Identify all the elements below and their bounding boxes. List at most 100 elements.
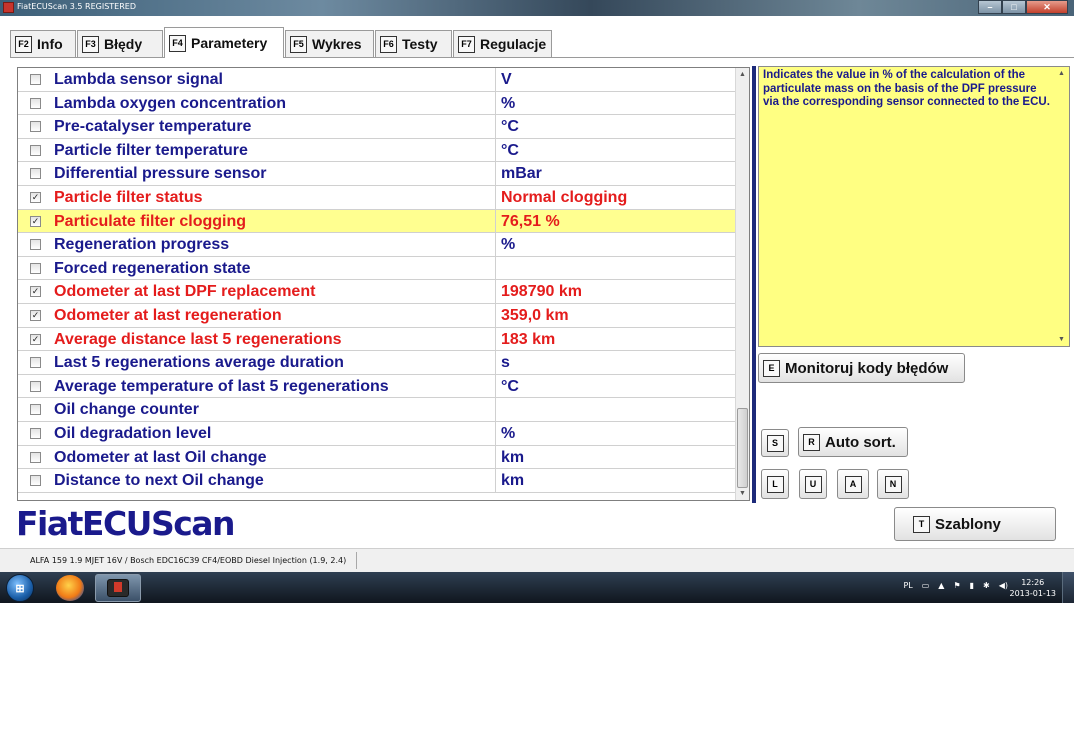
tab-key: F2 — [15, 35, 32, 53]
parameter-checkbox[interactable]: ✓ — [30, 333, 41, 345]
tab-label: Błędy — [104, 36, 143, 52]
parameter-row[interactable]: Particle filter temperature °C — [18, 138, 736, 163]
parameter-list[interactable]: Lambda sensor signal V Lambda oxygen con… — [17, 67, 750, 501]
parameter-row[interactable]: ✓ Odometer at last DPF replacement 19879… — [18, 280, 736, 304]
tab-parametery[interactable]: F4 Parametery — [164, 27, 284, 58]
scroll-thumb[interactable] — [737, 408, 748, 488]
parameter-name: Differential pressure sensor — [54, 165, 267, 183]
window-title: FiatECUScan 3.5 REGISTERED — [17, 2, 136, 11]
column-separator — [495, 469, 496, 492]
tray-expand-icon[interactable]: ▲ — [938, 581, 944, 590]
parameter-checkbox[interactable] — [30, 380, 41, 392]
parameter-name: Odometer at last DPF replacement — [54, 283, 316, 301]
parameter-checkbox[interactable] — [30, 451, 41, 463]
parameter-name: Forced regeneration state — [54, 259, 251, 277]
parameter-row[interactable]: Distance to next Oil change km — [18, 469, 736, 493]
parameter-row[interactable]: Last 5 regenerations average duration s — [18, 351, 736, 375]
parameter-checkbox[interactable] — [30, 475, 41, 487]
show-desktop-button[interactable] — [1062, 572, 1074, 603]
parameter-checkbox[interactable] — [30, 97, 41, 109]
n-button[interactable]: N — [877, 469, 909, 499]
description-scrollbar[interactable]: ▲ ▼ — [1055, 67, 1069, 346]
parameter-value: % — [501, 94, 516, 112]
tab-wykres[interactable]: F5 Wykres — [285, 30, 374, 57]
list-scrollbar[interactable]: ▲ ▼ — [735, 68, 749, 500]
parameter-row[interactable]: ✓ Average distance last 5 regenerations … — [18, 327, 736, 352]
parameter-value: °C — [501, 377, 519, 395]
network-icon[interactable]: ✱ — [983, 581, 990, 590]
tab-label: Regulacje — [480, 36, 547, 52]
parameter-checkbox[interactable] — [30, 357, 41, 369]
parameter-row[interactable]: Pre-catalyser temperature °C — [18, 115, 736, 139]
parameter-name: Average distance last 5 regenerations — [54, 330, 342, 348]
close-button[interactable]: ✕ — [1026, 0, 1068, 14]
parameter-row[interactable]: Differential pressure sensor mBar — [18, 162, 736, 186]
parameter-row[interactable]: Forced regeneration state — [18, 256, 736, 281]
battery-icon[interactable]: ▮ — [970, 581, 974, 590]
templates-button[interactable]: T Szablony — [894, 507, 1056, 541]
parameter-row[interactable]: ✓ Odometer at last regeneration 359,0 km — [18, 304, 736, 328]
start-orb-icon[interactable]: ⊞ — [6, 574, 34, 602]
monitor-error-codes-button[interactable]: E Monitoruj kody błędów — [758, 353, 965, 383]
parameter-value: 183 km — [501, 330, 556, 348]
fiatecuscan-taskbar-button[interactable] — [95, 574, 141, 602]
parameter-row[interactable]: Lambda oxygen concentration % — [18, 91, 736, 116]
parameter-checkbox[interactable] — [30, 428, 41, 439]
clock[interactable]: 12:26 2013-01-13 — [1010, 577, 1057, 599]
parameter-checkbox[interactable] — [30, 74, 41, 85]
keyboard-icon[interactable]: ▭ — [922, 581, 930, 590]
scroll-up-arrow-icon[interactable]: ▲ — [736, 68, 749, 81]
parameter-checkbox[interactable]: ✓ — [30, 310, 41, 321]
auto-sort-button[interactable]: R Auto sort. — [798, 427, 908, 457]
column-separator — [495, 327, 496, 351]
parameter-row[interactable]: Oil change counter — [18, 398, 736, 422]
language-indicator[interactable]: PL — [903, 581, 912, 590]
parameter-checkbox[interactable] — [30, 168, 41, 180]
button-key: S — [766, 434, 784, 452]
a-button[interactable]: A — [837, 469, 869, 499]
parameter-checkbox[interactable]: ✓ — [30, 286, 41, 298]
u-button[interactable]: U — [799, 469, 827, 499]
status-separator — [356, 552, 357, 569]
column-separator — [495, 351, 496, 374]
parameter-row[interactable]: ✓ Particle filter status Normal clogging — [18, 186, 736, 210]
maximize-button[interactable]: □ — [1002, 0, 1026, 14]
parameter-checkbox[interactable] — [30, 404, 41, 416]
volume-icon[interactable]: ◀) — [999, 581, 1008, 590]
firefox-icon[interactable] — [56, 575, 84, 601]
parameter-name: Odometer at last Oil change — [54, 448, 267, 466]
s-button[interactable]: S — [761, 429, 789, 457]
column-separator — [495, 374, 496, 398]
parameter-checkbox[interactable]: ✓ — [30, 215, 41, 227]
parameter-checkbox[interactable] — [30, 239, 41, 251]
scroll-down-arrow-icon[interactable]: ▼ — [736, 487, 749, 500]
l-button[interactable]: L — [761, 469, 789, 499]
parameter-checkbox[interactable] — [30, 144, 41, 156]
parameter-row[interactable]: Lambda sensor signal V — [18, 68, 736, 92]
tab-testy[interactable]: F6 Testy — [375, 30, 452, 57]
parameter-name: Particle filter status — [54, 189, 203, 206]
tab-regulacje[interactable]: F7 Regulacje — [453, 30, 552, 57]
column-separator — [495, 138, 496, 162]
parameter-name: Lambda sensor signal — [54, 71, 223, 88]
vehicle-info: ALFA 159 1.9 MJET 16V / Bosch EDC16C39 C… — [30, 556, 347, 565]
parameter-checkbox[interactable] — [30, 121, 41, 133]
parameter-row[interactable]: Oil degradation level % — [18, 422, 736, 446]
parameter-checkbox[interactable]: ✓ — [30, 192, 41, 203]
parameter-row[interactable]: Odometer at last Oil change km — [18, 445, 736, 470]
tab-info[interactable]: F2 Info — [10, 30, 76, 57]
parameter-row[interactable]: Regeneration progress % — [18, 233, 736, 257]
button-key: U — [804, 475, 822, 493]
minimize-button[interactable]: – — [978, 0, 1002, 14]
scroll-down-arrow-icon[interactable]: ▼ — [1055, 333, 1068, 346]
scroll-up-arrow-icon[interactable]: ▲ — [1055, 67, 1068, 80]
parameter-row[interactable]: Average temperature of last 5 regenerati… — [18, 374, 736, 399]
column-separator — [495, 422, 496, 445]
action-center-icon[interactable]: ⚑ — [953, 581, 960, 590]
parameter-checkbox[interactable] — [30, 262, 41, 274]
tab-label: Info — [37, 36, 63, 52]
parameter-row-selected[interactable]: ✓ Particulate filter clogging 76,51 % — [18, 209, 736, 234]
parameter-value: mBar — [501, 165, 542, 183]
tab-bledy[interactable]: F3 Błędy — [77, 30, 163, 57]
panel-splitter[interactable] — [752, 66, 756, 503]
